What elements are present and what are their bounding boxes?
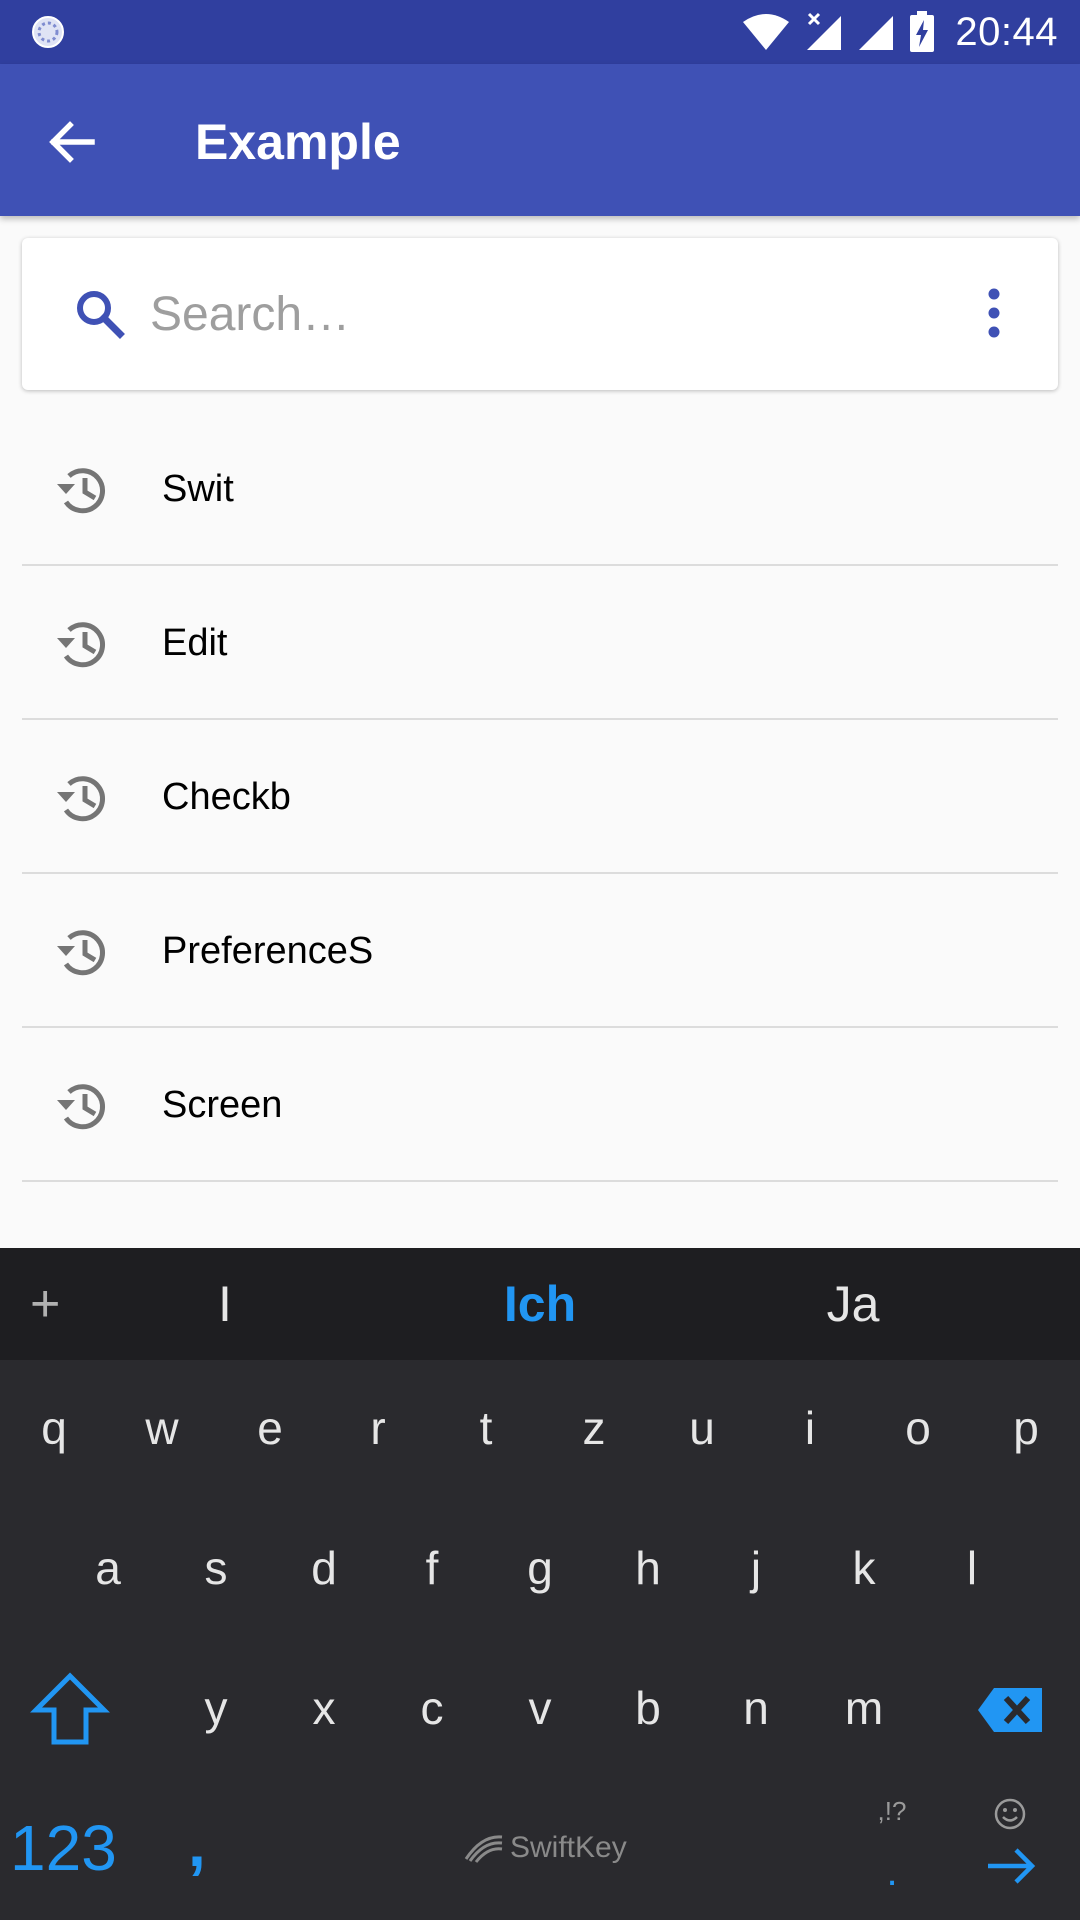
suggestion-bar: + I Ich Ja [0, 1248, 1080, 1360]
history-item[interactable]: Swit [22, 412, 1058, 566]
history-icon [57, 930, 106, 976]
suggestion-item[interactable]: I [125, 1276, 325, 1332]
key-u[interactable]: u [652, 1378, 752, 1478]
history-item[interactable]: Checkb [22, 720, 1058, 874]
key-p[interactable]: p [976, 1378, 1076, 1478]
key-c[interactable]: c [382, 1658, 482, 1758]
key-k[interactable]: k [814, 1518, 914, 1618]
key-a[interactable]: a [58, 1518, 158, 1618]
search-history-list: Swit Edit Checkb PreferenceS Screen [22, 412, 1058, 1182]
key-r[interactable]: r [328, 1378, 428, 1478]
search-icon[interactable] [70, 284, 130, 344]
history-icon [57, 1084, 106, 1130]
app-indicator-icon [32, 16, 64, 48]
key-e[interactable]: e [220, 1378, 320, 1478]
more-vert-icon[interactable] [964, 282, 1024, 346]
history-item[interactable]: PreferenceS [22, 874, 1058, 1028]
app-bar: Example [0, 64, 1080, 216]
key-t[interactable]: t [436, 1378, 536, 1478]
key-i[interactable]: i [760, 1378, 860, 1478]
spacebar-brand-label: SwiftKey [510, 1831, 627, 1864]
key-q[interactable]: q [4, 1378, 104, 1478]
key-b[interactable]: b [598, 1658, 698, 1758]
key-l[interactable]: l [922, 1518, 1022, 1618]
history-item[interactable]: Edit [22, 566, 1058, 720]
signal-icon [859, 16, 894, 50]
key-s[interactable]: s [166, 1518, 266, 1618]
search-input[interactable] [150, 278, 910, 350]
key-f[interactable]: f [382, 1518, 482, 1618]
key-w[interactable]: w [112, 1378, 212, 1478]
suggestion-item[interactable]: Ja [753, 1276, 953, 1332]
suggestion-item-selected[interactable]: Ich [440, 1276, 640, 1332]
search-bar [22, 238, 1058, 390]
history-item-label: Swit [162, 468, 234, 510]
backspace-icon[interactable] [976, 1680, 1046, 1740]
enter-arrow-icon[interactable] [984, 1844, 1038, 1888]
key-g[interactable]: g [490, 1518, 590, 1618]
emoji-icon[interactable] [992, 1796, 1028, 1832]
numbers-key[interactable]: 123 [10, 1808, 117, 1888]
comma-key[interactable]: , [188, 1804, 206, 1884]
battery-charging-icon [910, 11, 935, 52]
wifi-icon [743, 14, 790, 50]
no-signal-icon [807, 12, 842, 50]
swiftkey-logo-icon [464, 1835, 503, 1863]
history-item-label: Screen [162, 1084, 283, 1126]
key-y[interactable]: y [166, 1658, 266, 1758]
history-icon [57, 468, 106, 514]
spacebar[interactable]: SwiftKey [462, 1828, 627, 1868]
key-o[interactable]: o [868, 1378, 968, 1478]
key-n[interactable]: n [706, 1658, 806, 1758]
key-v[interactable]: v [490, 1658, 590, 1758]
keyboard: + I Ich Ja q w e r t z u i o p a s d f g… [0, 1248, 1080, 1920]
plus-icon[interactable]: + [30, 1274, 60, 1334]
shift-icon[interactable] [30, 1670, 110, 1750]
key-j[interactable]: j [706, 1518, 806, 1618]
history-item-label: PreferenceS [162, 930, 374, 972]
punctuation-hint: ,!? [877, 1796, 907, 1826]
history-icon [57, 776, 106, 822]
status-time: 20:44 [955, 9, 1058, 54]
status-bar: 20:44 [0, 0, 1080, 64]
page-title: Example [195, 114, 401, 170]
arrow-left-icon[interactable] [44, 114, 100, 170]
period-key[interactable]: . [852, 1852, 932, 1892]
history-icon [57, 622, 106, 668]
history-item-label: Checkb [162, 776, 291, 818]
key-m[interactable]: m [814, 1658, 914, 1758]
history-item[interactable]: Screen [22, 1028, 1058, 1182]
key-x[interactable]: x [274, 1658, 374, 1758]
key-d[interactable]: d [274, 1518, 374, 1618]
key-z[interactable]: z [544, 1378, 644, 1478]
history-item-label: Edit [162, 622, 228, 664]
key-h[interactable]: h [598, 1518, 698, 1618]
